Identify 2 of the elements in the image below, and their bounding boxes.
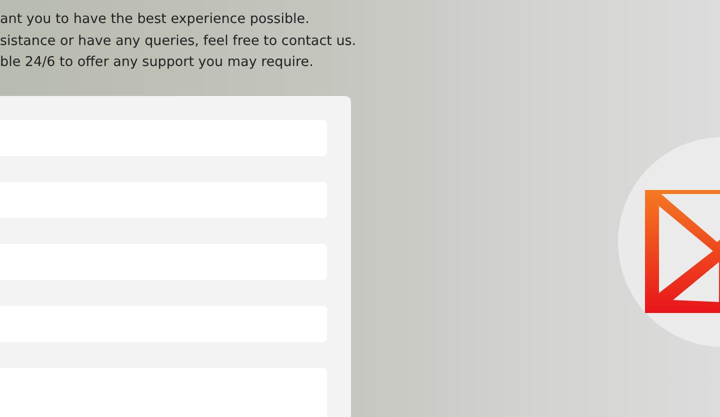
intro-text: ble 24/6 to offer any support you may require. xyxy=(0,53,314,72)
intro-text: ant you to have the best experience possible. xyxy=(0,10,310,29)
